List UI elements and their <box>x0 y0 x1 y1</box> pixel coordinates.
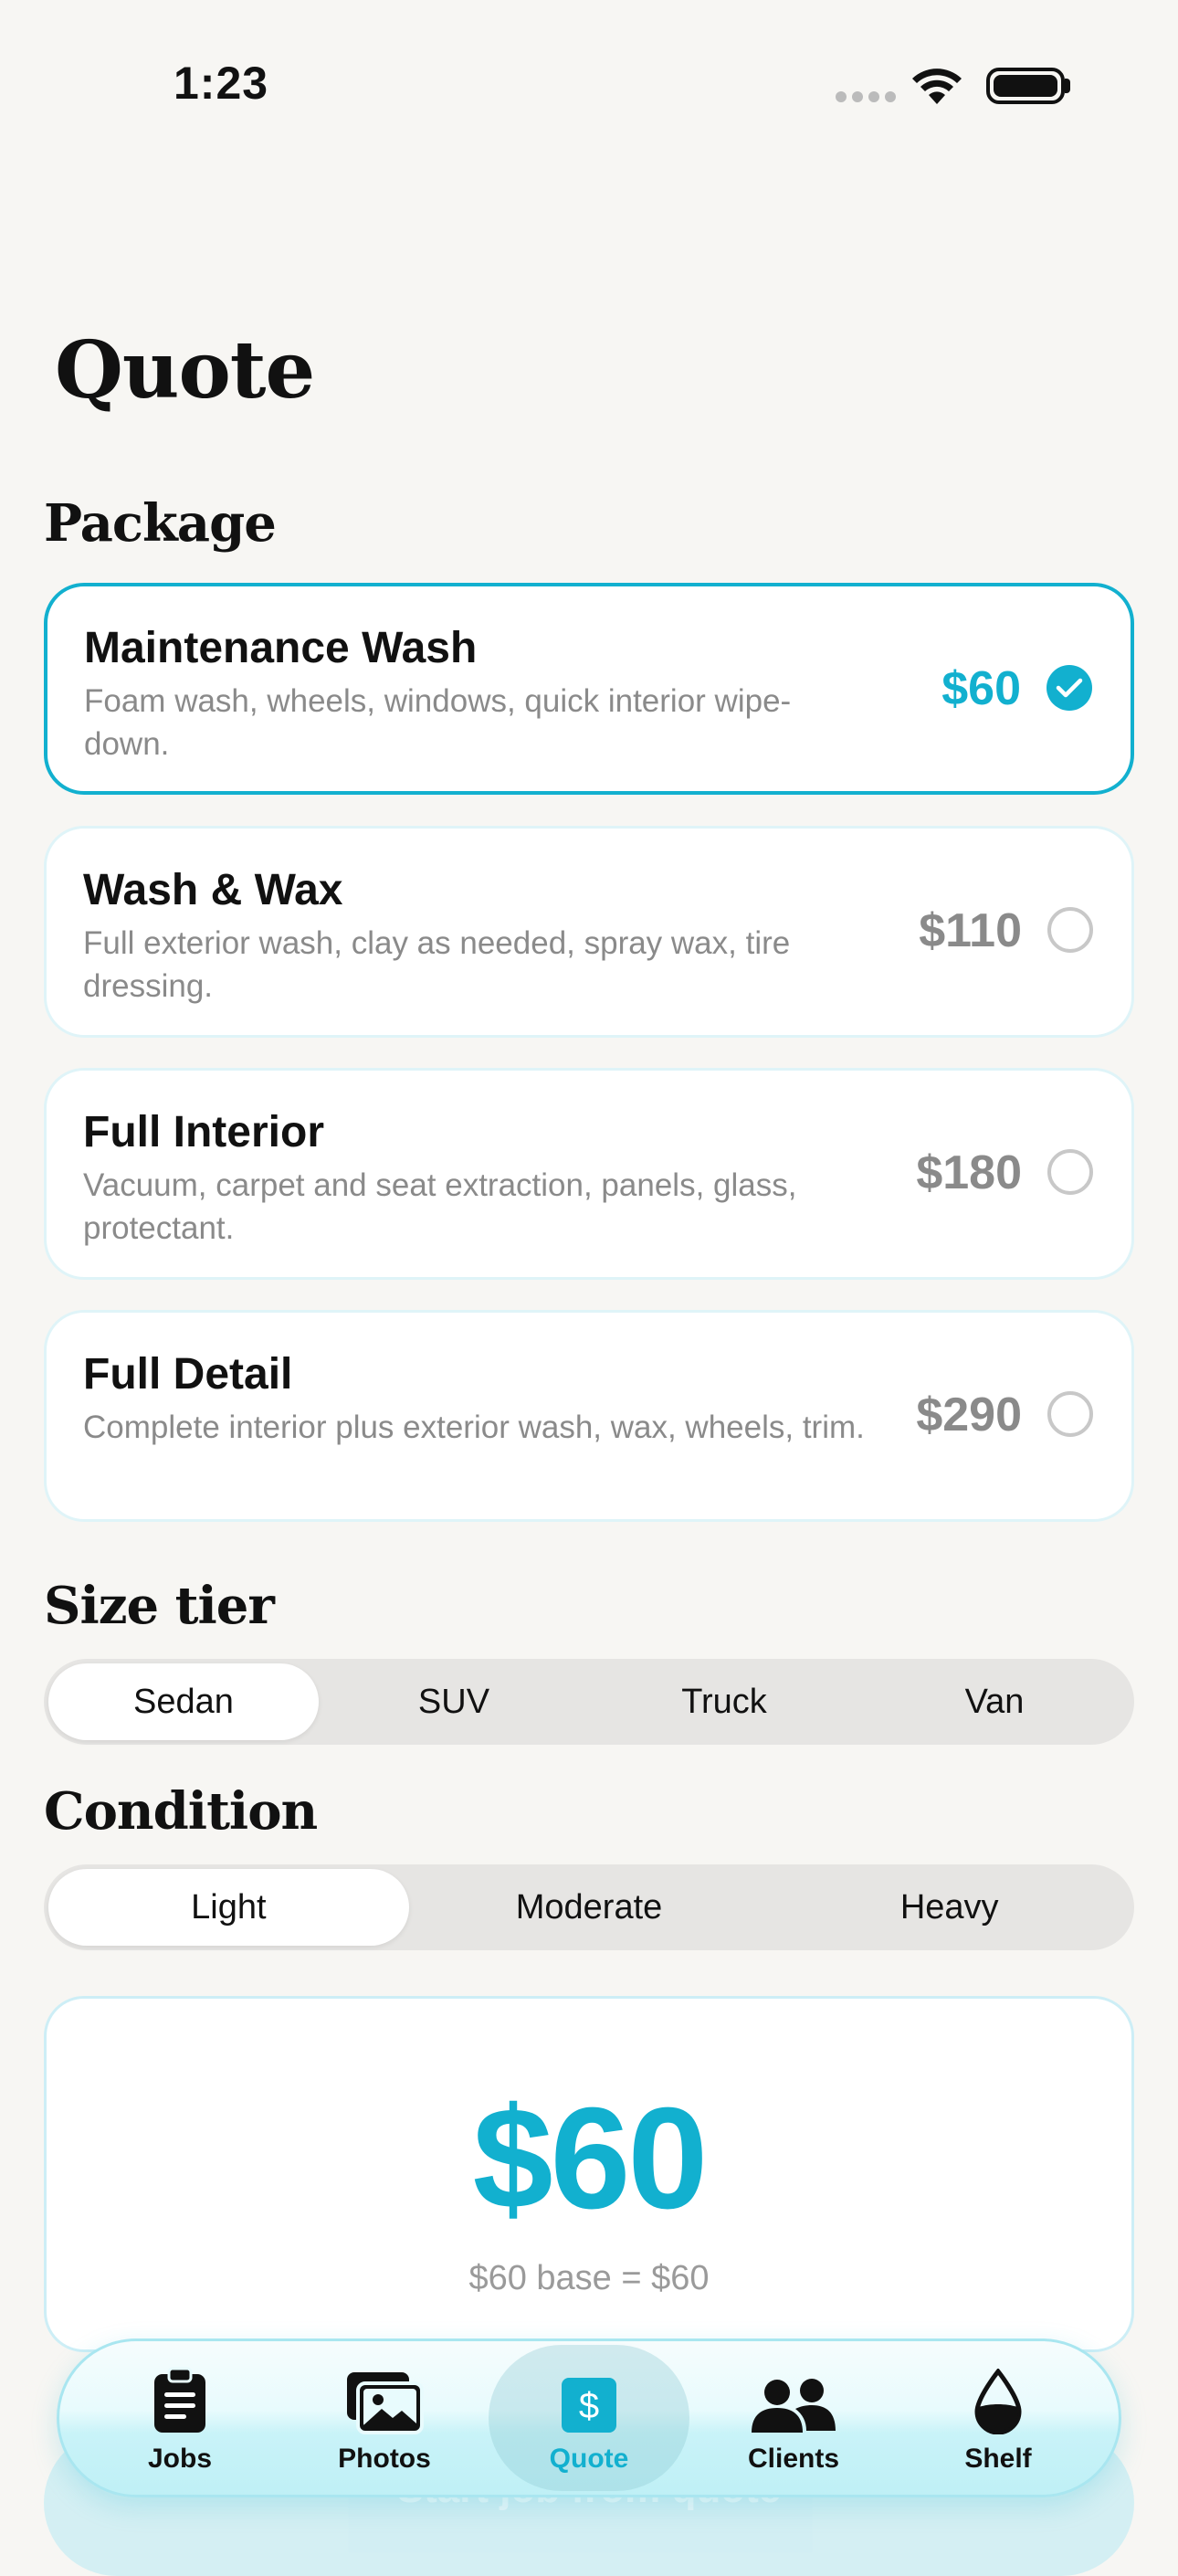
package-price: $60 <box>941 662 1021 715</box>
wifi-icon <box>909 64 965 112</box>
radio-empty-icon[interactable] <box>1047 1391 1093 1437</box>
package-description: Full exterior wash, clay as needed, spra… <box>83 925 791 1004</box>
clipboard-icon <box>153 2361 207 2434</box>
quote-total-card: $60 $60 base = $60 <box>44 1996 1134 2352</box>
package-name: Wash & Wax <box>83 866 343 914</box>
segment-truck[interactable]: Truck <box>589 1663 859 1740</box>
condition-segmented-control: Light Moderate Heavy <box>44 1864 1134 1950</box>
tab-label: Photos <box>338 2444 431 2474</box>
tab-label: Jobs <box>147 2444 213 2474</box>
package-name: Full Detail <box>83 1350 293 1399</box>
checkmark-icon[interactable] <box>1047 665 1092 711</box>
segment-moderate[interactable]: Moderate <box>409 1869 770 1946</box>
radio-empty-icon[interactable] <box>1047 1149 1093 1195</box>
package-price: $180 <box>916 1146 1022 1199</box>
cellular-signal-icon <box>836 91 896 104</box>
tab-clients[interactable]: Clients <box>693 2345 894 2491</box>
page-title: Quote <box>55 324 315 417</box>
package-card-full-interior[interactable]: Full Interior Vacuum, carpet and seat ex… <box>44 1068 1134 1280</box>
package-section-title: Package <box>44 493 277 554</box>
package-price: $110 <box>919 904 1022 957</box>
tab-jobs[interactable]: Jobs <box>79 2345 280 2491</box>
battery-tip <box>1065 79 1070 93</box>
tab-quote[interactable]: $ Quote <box>489 2345 689 2491</box>
segment-light[interactable]: Light <box>48 1869 409 1946</box>
segment-suv[interactable]: SUV <box>319 1663 589 1740</box>
status-time: 1:23 <box>174 58 269 109</box>
package-price: $290 <box>916 1388 1022 1441</box>
segment-van[interactable]: Van <box>859 1663 1130 1740</box>
package-card-maintenance-wash[interactable]: Maintenance Wash Foam wash, wheels, wind… <box>44 583 1134 795</box>
condition-section-title: Condition <box>44 1781 318 1842</box>
package-description: Foam wash, wheels, windows, quick interi… <box>84 683 792 762</box>
photos-icon <box>345 2361 424 2434</box>
size-tier-section-title: Size tier <box>44 1576 275 1636</box>
package-card-wash-wax[interactable]: Wash & Wax Full exterior wash, clay as n… <box>44 826 1134 1038</box>
quote-total-breakdown: $60 base = $60 <box>468 2259 710 2297</box>
tab-shelf[interactable]: Shelf <box>898 2345 1099 2491</box>
size-tier-segmented-control: Sedan SUV Truck Van <box>44 1659 1134 1745</box>
package-name: Full Interior <box>83 1108 324 1156</box>
tab-bar: Jobs Photos $ Quote Clients Shelf <box>57 2338 1121 2497</box>
package-name: Maintenance Wash <box>84 624 478 672</box>
package-card-full-detail[interactable]: Full Detail Complete interior plus exter… <box>44 1310 1134 1522</box>
tab-label: Quote <box>549 2444 629 2474</box>
package-description: Complete interior plus exterior wash, wa… <box>83 1409 865 1445</box>
battery-icon <box>986 68 1065 104</box>
quote-total-amount: $60 <box>472 2078 709 2239</box>
tab-label: Clients <box>747 2444 840 2474</box>
dollar-sign-icon: $ <box>560 2361 618 2434</box>
tab-label: Shelf <box>964 2444 1032 2474</box>
radio-empty-icon[interactable] <box>1047 907 1093 953</box>
package-description: Vacuum, carpet and seat extraction, pane… <box>83 1167 797 1246</box>
people-icon <box>750 2361 837 2434</box>
droplet-icon <box>973 2361 1023 2434</box>
segment-heavy[interactable]: Heavy <box>769 1869 1130 1946</box>
segment-sedan[interactable]: Sedan <box>48 1663 319 1740</box>
tab-photos[interactable]: Photos <box>284 2345 485 2491</box>
svg-text:$: $ <box>579 2386 599 2426</box>
